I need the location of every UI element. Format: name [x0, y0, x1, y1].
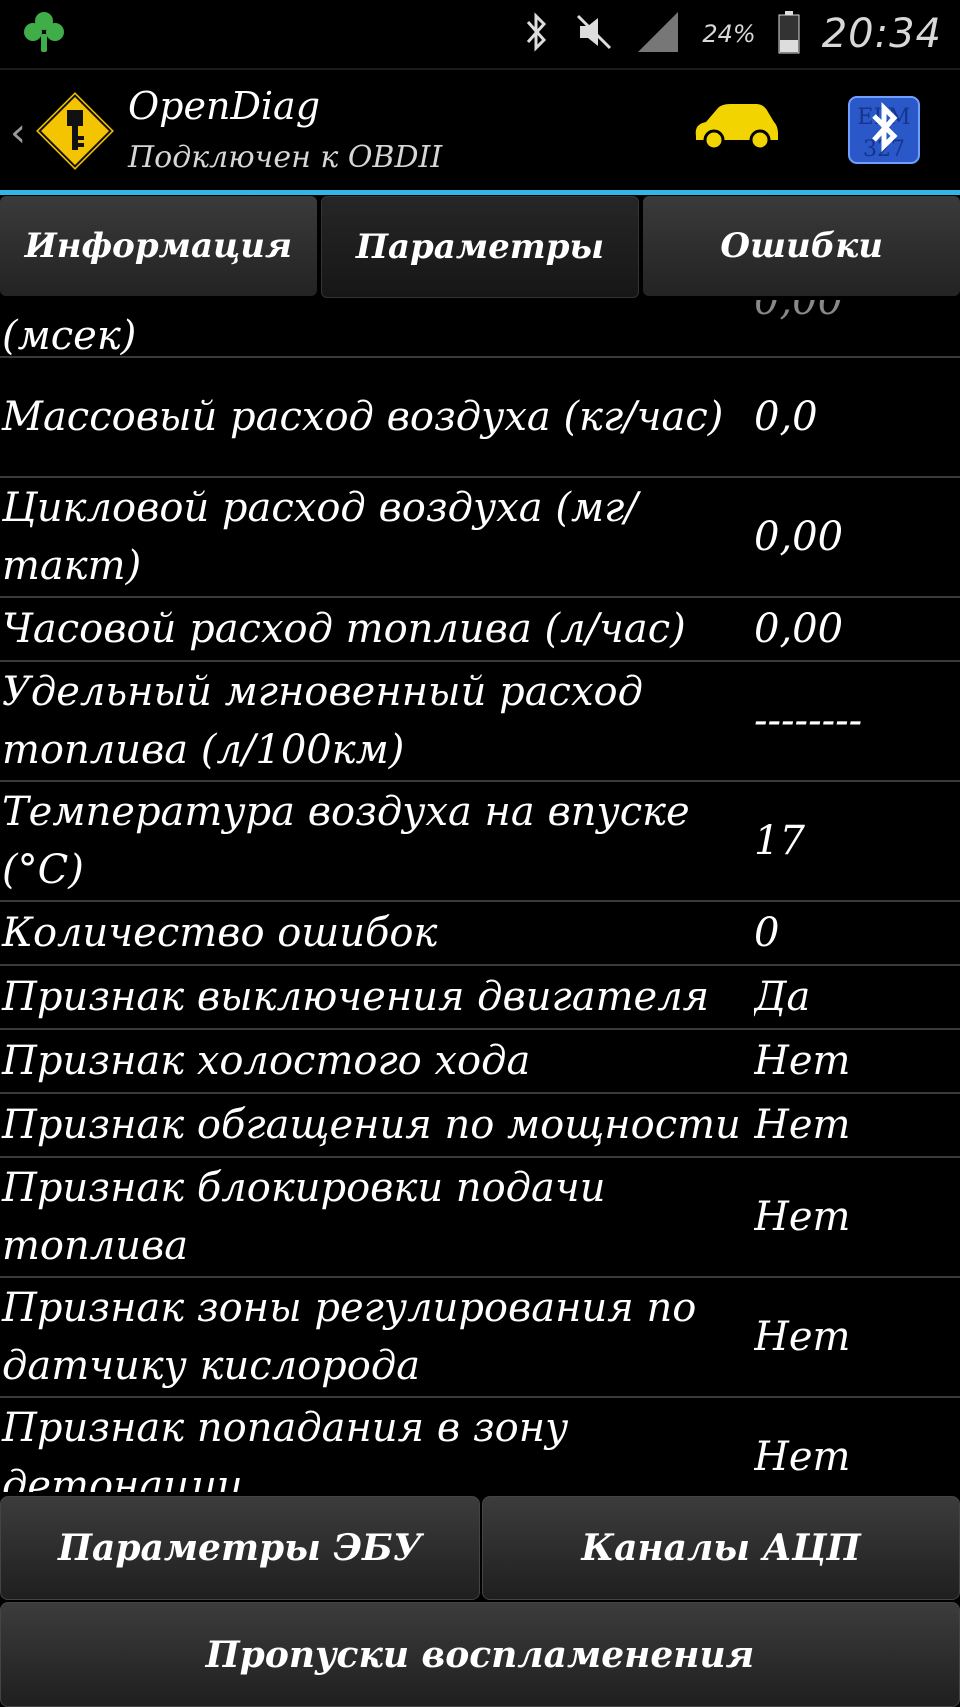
list-item: Удельный мгновенный расход топлива (л/10…: [0, 662, 960, 782]
param-label: Удельный мгновенный расход топлива (л/10…: [2, 669, 643, 773]
param-value: --------: [754, 698, 863, 744]
list-item: Массовый расход воздуха (кг/час) 0,0: [0, 358, 960, 478]
tab-bar: Информация Параметры Ошибки: [0, 196, 960, 300]
param-label: Массовый расход воздуха (кг/час): [2, 394, 724, 440]
connection-status: Подключен к OBDII: [128, 140, 443, 175]
param-value: Нет: [754, 1434, 851, 1480]
car-icon[interactable]: [690, 102, 780, 156]
param-label: Признак выключения двигателя: [2, 974, 710, 1020]
action-bar: ‹ OpenDiag Подключен к OBDII ELM 327: [0, 70, 960, 190]
list-item: Часовой расход топлива (л/час) 0,00: [0, 598, 960, 662]
param-value: Нет: [754, 1102, 851, 1148]
param-value: 17: [754, 818, 805, 864]
param-value: Нет: [754, 1314, 851, 1360]
parameter-list[interactable]: (мсек) 0,00 Массовый расход воздуха (кг/…: [0, 300, 960, 1492]
param-label: Температура воздуха на впуске (°C): [2, 789, 690, 893]
param-value: Нет: [754, 1194, 851, 1240]
app-title: OpenDiag: [128, 84, 321, 128]
battery-icon: [778, 10, 800, 58]
clock: 20:34: [821, 11, 942, 57]
elm327-bluetooth-icon[interactable]: ELM 327: [848, 96, 920, 168]
list-item: Признак блокировки подачи топлива Нет: [0, 1158, 960, 1278]
param-value: 0,00: [754, 300, 844, 324]
param-label: Цикловой расход воздуха (мг/такт): [2, 485, 638, 589]
param-label: Признак обгащения по мощности: [2, 1102, 741, 1148]
list-item: Цикловой расход воздуха (мг/такт) 0,00: [0, 478, 960, 598]
tab-errors[interactable]: Ошибки: [643, 196, 960, 296]
param-value: 0: [754, 910, 780, 956]
param-label: (мсек): [2, 313, 137, 359]
list-item: Температура воздуха на впуске (°C) 17: [0, 782, 960, 902]
param-value: 0,00: [754, 606, 844, 652]
param-value: Нет: [754, 1038, 851, 1084]
bluetooth-icon: [522, 12, 552, 56]
ecu-params-button[interactable]: Параметры ЭБУ: [0, 1496, 480, 1600]
param-label: Количество ошибок: [2, 910, 438, 956]
param-label: Часовой расход топлива (л/час): [2, 606, 686, 652]
status-bar: 24% 20:34: [0, 0, 960, 70]
param-label: Признак блокировки подачи топлива: [2, 1165, 606, 1269]
clover-icon: [22, 10, 66, 58]
misfires-button[interactable]: Пропуски воспламенения: [0, 1602, 960, 1707]
list-item: (мсек) 0,00: [0, 300, 960, 358]
list-item: Признак обгащения по мощности Нет: [0, 1094, 960, 1158]
battery-percent: 24%: [702, 20, 756, 48]
list-item: Количество ошибок 0: [0, 902, 960, 966]
param-value: 0,00: [754, 514, 844, 560]
list-item: Признак попадания в зону детонации Нет: [0, 1398, 960, 1492]
list-item: Признак холостого хода Нет: [0, 1030, 960, 1094]
list-item: Признак выключения двигателя Да: [0, 966, 960, 1030]
app-logo-icon[interactable]: [31, 87, 119, 178]
mute-icon: [574, 12, 614, 56]
adc-channels-button[interactable]: Каналы АЦП: [482, 1496, 960, 1600]
tab-parameters[interactable]: Параметры: [320, 196, 640, 298]
param-label: Признак холостого хода: [2, 1038, 531, 1084]
tab-information[interactable]: Информация: [0, 196, 317, 296]
param-value: 0,0: [754, 394, 818, 440]
param-label: Признак попадания в зону детонации: [2, 1405, 569, 1492]
param-label: Признак зоны регулирования по датчику ки…: [2, 1285, 697, 1389]
back-chevron-icon[interactable]: ‹: [10, 110, 26, 156]
signal-icon: [636, 10, 680, 58]
list-item: Признак зоны регулирования по датчику ки…: [0, 1278, 960, 1398]
action-bar-divider: [0, 190, 960, 195]
param-value: Да: [754, 974, 811, 1020]
